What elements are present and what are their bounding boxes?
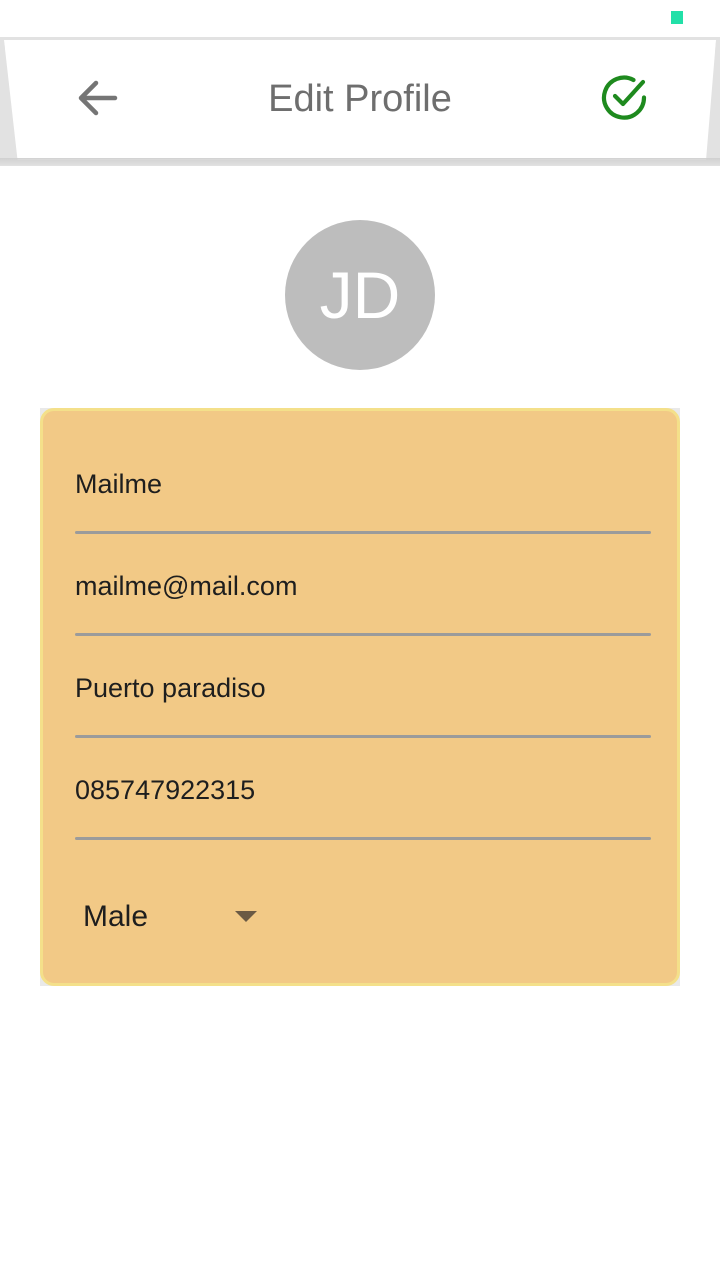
address-field[interactable]: Puerto paradiso — [75, 615, 651, 738]
gender-select[interactable]: Male — [83, 897, 273, 937]
address-field-value: Puerto paradiso — [75, 673, 266, 703]
phone-field[interactable]: 085747922315 — [75, 717, 651, 840]
phone-field-value: 085747922315 — [75, 775, 256, 805]
dropdown-caret-icon — [235, 911, 257, 922]
status-indicator — [671, 11, 683, 24]
name-field-value: Mailme — [75, 469, 163, 499]
gender-select-value: Male — [83, 900, 149, 933]
app-bar-shadow — [0, 158, 720, 166]
profile-form-card: Mailme mailme@mail.com Puerto paradiso 0… — [40, 408, 680, 986]
avatar-initials: JD — [319, 258, 401, 332]
avatar[interactable]: JD — [285, 220, 435, 370]
email-field[interactable]: mailme@mail.com — [75, 513, 651, 636]
email-field-value: mailme@mail.com — [75, 571, 298, 601]
name-field[interactable]: Mailme — [75, 411, 651, 534]
save-button[interactable] — [598, 72, 652, 124]
check-circle-icon — [601, 75, 647, 120]
phone-field-underline — [75, 837, 651, 840]
